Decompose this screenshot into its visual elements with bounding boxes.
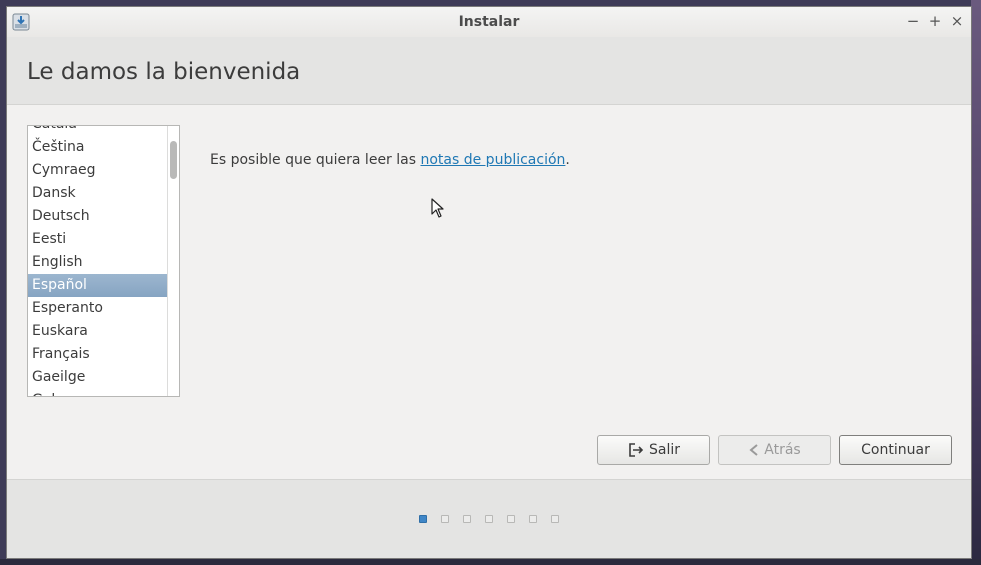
language-item[interactable]: Dansk	[28, 182, 168, 205]
chevron-left-icon	[749, 444, 758, 456]
window-title: Instalar	[458, 14, 520, 30]
continue-button-label: Continuar	[861, 442, 930, 458]
maximize-button[interactable]: +	[927, 12, 943, 30]
language-item[interactable]: Esperanto	[28, 297, 168, 320]
progress-indicator	[419, 515, 559, 523]
language-item[interactable]: Català	[28, 126, 168, 136]
release-notes-prefix: Es posible que quiera leer las	[210, 152, 421, 168]
language-item[interactable]: Cymraeg	[28, 159, 168, 182]
main-content: CatalàČeštinaCymraegDanskDeutschEestiEng…	[7, 105, 971, 479]
language-item[interactable]: English	[28, 251, 168, 274]
language-items: CatalàČeštinaCymraegDanskDeutschEestiEng…	[28, 126, 168, 396]
progress-step-dot	[529, 515, 537, 523]
quit-button-label: Salir	[648, 442, 680, 458]
language-item[interactable]: Galego	[28, 389, 168, 396]
progress-footer	[7, 479, 971, 558]
progress-step-dot	[441, 515, 449, 523]
release-notes-text: Es posible que quiera leer las notas de …	[210, 152, 570, 168]
language-item[interactable]: Français	[28, 343, 168, 366]
close-button[interactable]: ×	[949, 12, 965, 30]
window-controls: − + ×	[905, 12, 965, 30]
progress-step-dot	[485, 515, 493, 523]
language-item[interactable]: Eesti	[28, 228, 168, 251]
scrollbar-thumb[interactable]	[170, 141, 177, 179]
language-item[interactable]: Čeština	[28, 136, 168, 159]
progress-step-dot	[419, 515, 427, 523]
installer-window: Instalar − + × Le damos la bienvenida Ca…	[6, 6, 972, 559]
release-notes-link[interactable]: notas de publicación	[420, 152, 565, 168]
language-item[interactable]: Español	[28, 274, 168, 297]
language-item[interactable]: Euskara	[28, 320, 168, 343]
mouse-pointer-icon	[431, 198, 444, 218]
progress-step-dot	[507, 515, 515, 523]
minimize-button[interactable]: −	[905, 12, 921, 30]
language-item[interactable]: Gaeilge	[28, 366, 168, 389]
quit-button[interactable]: Salir	[597, 435, 710, 465]
desktop-panel-edge	[0, 559, 981, 565]
title-bar[interactable]: Instalar − + ×	[7, 7, 971, 37]
release-notes-suffix: .	[565, 152, 570, 168]
desktop-background	[971, 0, 981, 565]
language-item[interactable]: Deutsch	[28, 205, 168, 228]
page-header: Le damos la bienvenida	[7, 37, 971, 105]
exit-icon	[629, 443, 644, 457]
back-button[interactable]: Atrás	[718, 435, 831, 465]
progress-step-dot	[463, 515, 471, 523]
back-button-label: Atrás	[764, 442, 801, 458]
progress-step-dot	[551, 515, 559, 523]
language-list-scrollbar[interactable]	[167, 126, 179, 396]
page-title: Le damos la bienvenida	[27, 59, 301, 85]
continue-button[interactable]: Continuar	[839, 435, 952, 465]
language-list[interactable]: CatalàČeštinaCymraegDanskDeutschEestiEng…	[27, 125, 180, 397]
